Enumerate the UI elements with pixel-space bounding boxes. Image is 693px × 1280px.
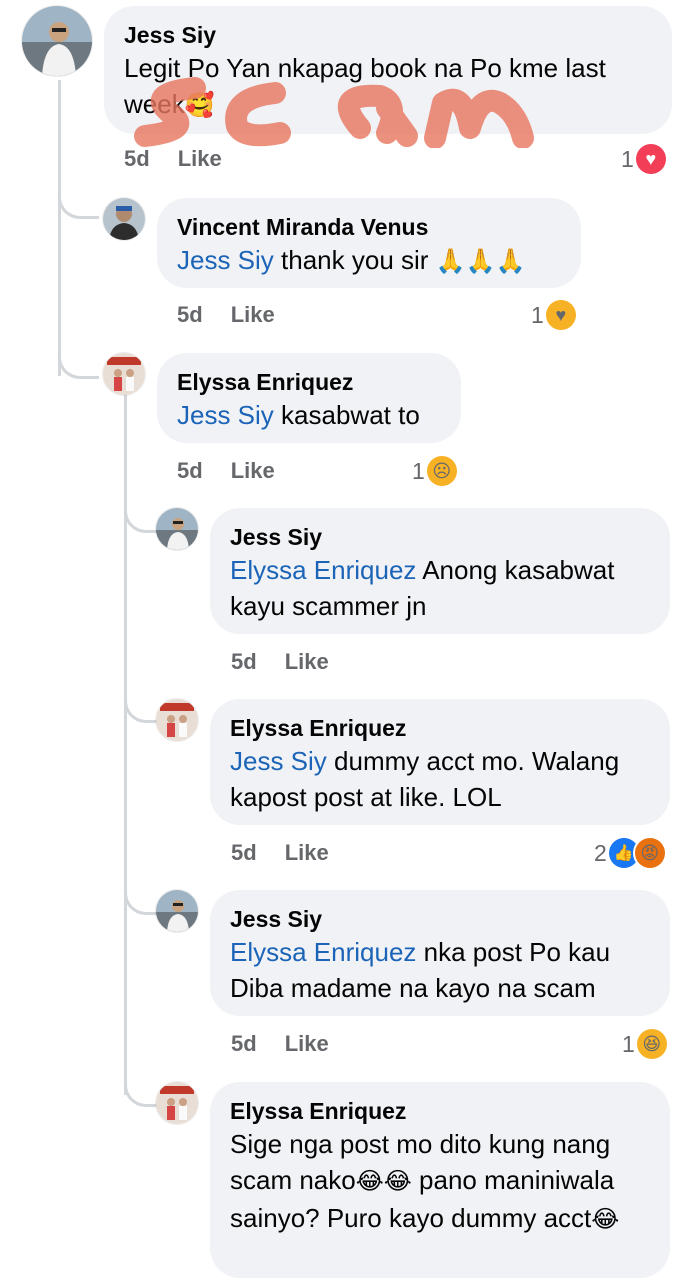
reply-bubble: Jess Siy Elyssa Enriquez nka post Po kau… <box>210 890 670 1016</box>
thread-line-main <box>58 80 61 376</box>
angry-icon: 😡 <box>634 838 665 868</box>
like-button[interactable]: Like <box>231 458 275 483</box>
reaction-summary[interactable]: 1 😆 <box>622 1029 667 1059</box>
thread-branch-6 <box>124 1072 159 1107</box>
reaction-summary[interactable]: 1 ♥ <box>531 300 576 330</box>
sad-icon: ☹ <box>426 456 457 486</box>
like-button[interactable]: Like <box>285 649 329 674</box>
thread-branch-5 <box>124 880 159 915</box>
like-button[interactable]: Like <box>231 302 275 327</box>
comment-text: Sige nga post mo dito kung nang scam nak… <box>230 1129 620 1233</box>
mention-link[interactable]: Jess Siy <box>230 746 327 776</box>
avatar[interactable] <box>156 508 198 550</box>
like-button[interactable]: Like <box>178 146 222 171</box>
reaction-count: 2 <box>594 839 607 866</box>
reply-bubble: Elyssa Enriquez Jess Siy dummy acct mo. … <box>210 699 670 825</box>
mention-link[interactable]: Elyssa Enriquez <box>230 937 416 967</box>
like-button[interactable]: Like <box>285 840 329 865</box>
comment-time[interactable]: 5d <box>231 649 257 674</box>
reply-bubble: Jess Siy Elyssa Enriquez Anong kasabwat … <box>210 508 670 634</box>
tears-of-joy-emoji: 😂 <box>591 1206 620 1233</box>
haha-icon: 😆 <box>636 1029 667 1059</box>
reply-bubble: Vincent Miranda Venus Jess Siy thank you… <box>157 198 581 288</box>
comment-time[interactable]: 5d <box>231 1031 257 1056</box>
comment-meta: 5d Like <box>231 840 357 866</box>
reply-bubble: Elyssa Enriquez Sige nga post mo dito ku… <box>210 1082 670 1278</box>
comment-time[interactable]: 5d <box>177 458 203 483</box>
avatar[interactable] <box>156 699 198 741</box>
folded-hands-emoji: 🙏🙏🙏 <box>435 248 526 275</box>
comment-author[interactable]: Jess Siy <box>230 904 650 934</box>
comment-meta: 5d Like <box>177 302 303 328</box>
comment-author[interactable]: Elyssa Enriquez <box>230 1096 650 1126</box>
comment-text: Jess Siy thank you sir 🙏🙏🙏 <box>177 245 526 275</box>
comment-author[interactable]: Jess Siy <box>124 20 652 50</box>
reply-bubble: Elyssa Enriquez Jess Siy kasabwat to <box>157 353 461 443</box>
comment-text: Elyssa Enriquez nka post Po kau Diba mad… <box>230 937 611 1003</box>
thread-branch-1 <box>58 186 99 219</box>
comment-text: Elyssa Enriquez Anong kasabwat kayu scam… <box>230 555 615 621</box>
comment-author[interactable]: Elyssa Enriquez <box>230 713 650 743</box>
reaction-summary[interactable]: 1 ☹ <box>412 456 457 486</box>
reaction-count: 1 <box>622 1030 635 1057</box>
comment-author[interactable]: Jess Siy <box>230 522 650 552</box>
comment-author[interactable]: Elyssa Enriquez <box>177 367 441 397</box>
avatar[interactable] <box>156 1082 198 1124</box>
avatar[interactable] <box>156 890 198 932</box>
like-button[interactable]: Like <box>285 1031 329 1056</box>
comment-meta: 5d Like <box>177 458 303 484</box>
reaction-summary[interactable]: 1 ♥ <box>621 144 666 174</box>
care-icon: ♥ <box>545 300 576 330</box>
comment-bubble: Jess Siy Legit Po Yan nkapag book na Po … <box>104 6 672 134</box>
comment-meta: 5d Like <box>231 1031 357 1057</box>
smiling-hearts-emoji: 🥰 <box>184 92 215 119</box>
avatar[interactable] <box>22 6 92 76</box>
reaction-summary[interactable]: 2 👍 😡 <box>594 838 665 868</box>
comment-meta: 5d Like <box>124 146 250 172</box>
comment-time[interactable]: 5d <box>177 302 203 327</box>
comment-text: Jess Siy kasabwat to <box>177 400 420 430</box>
comment-text: Jess Siy dummy acct mo. Walang kapost po… <box>230 746 620 812</box>
reaction-count: 1 <box>621 145 634 172</box>
mention-link[interactable]: Jess Siy <box>177 400 274 430</box>
mention-link[interactable]: Elyssa Enriquez <box>230 555 416 585</box>
comment-meta: 5d Like <box>231 649 357 675</box>
reaction-count: 1 <box>412 457 425 484</box>
thread-branch-4 <box>124 690 159 723</box>
mention-link[interactable]: Jess Siy <box>177 245 274 275</box>
reaction-count: 1 <box>531 301 544 328</box>
comment-time[interactable]: 5d <box>124 146 150 171</box>
thread-branch-2 <box>58 340 99 379</box>
heart-icon: ♥ <box>635 144 666 174</box>
comment-author[interactable]: Vincent Miranda Venus <box>177 212 561 242</box>
thread-branch-3 <box>124 500 159 533</box>
comment-text: Legit Po Yan nkapag book na Po kme last … <box>124 53 606 119</box>
avatar[interactable] <box>103 353 145 395</box>
tears-of-joy-emoji: 😂😂 <box>355 1168 412 1195</box>
avatar[interactable] <box>103 198 145 240</box>
comment-time[interactable]: 5d <box>231 840 257 865</box>
